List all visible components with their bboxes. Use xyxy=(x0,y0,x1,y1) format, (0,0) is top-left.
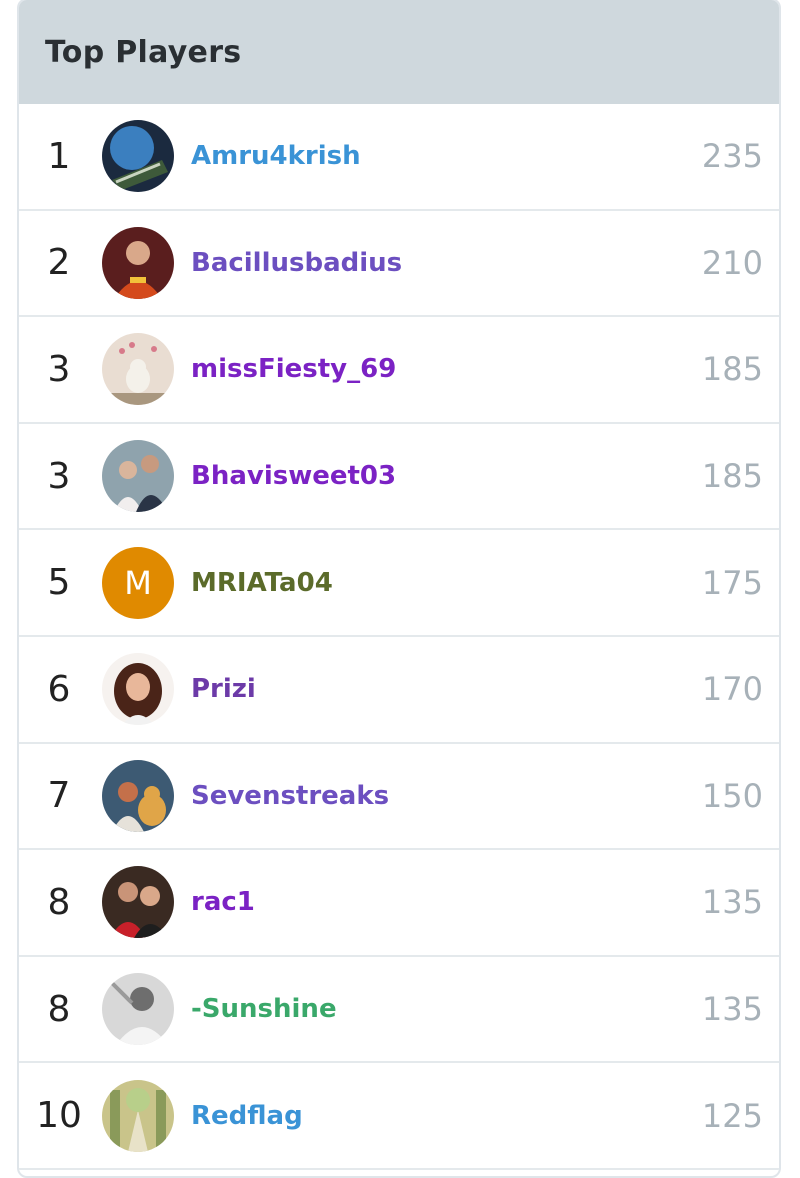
player-username[interactable]: Bacillusbadius xyxy=(191,211,402,316)
player-score: 125 xyxy=(701,1096,763,1135)
player-username[interactable]: Redflag xyxy=(191,1063,303,1168)
player-score: 150 xyxy=(701,776,763,815)
player-rank: 7 xyxy=(47,775,71,817)
player-rank: 2 xyxy=(47,242,71,284)
player-rank: 10 xyxy=(36,1095,82,1137)
player-row: 7 Sevenstreaks 150 xyxy=(19,744,779,851)
panel-title: Top Players xyxy=(45,34,242,70)
player-username[interactable]: rac1 xyxy=(191,850,255,955)
player-username[interactable]: Sevenstreaks xyxy=(191,744,389,849)
player-score: 185 xyxy=(701,457,763,496)
player-avatar[interactable] xyxy=(102,973,174,1046)
player-avatar[interactable]: M xyxy=(102,546,174,619)
player-row: 1 Amru4krish 235 xyxy=(19,104,779,211)
players-list: 1 Amru4krish 235 2 Bacillusbadius 210 3 … xyxy=(19,104,779,1170)
player-row: 8 rac1 135 xyxy=(19,850,779,957)
player-avatar[interactable] xyxy=(102,120,174,193)
player-rank: 3 xyxy=(47,348,71,390)
player-avatar[interactable] xyxy=(102,226,174,299)
player-username[interactable]: MRIATa04 xyxy=(191,530,333,635)
player-score: 175 xyxy=(701,563,763,602)
player-row: 3 Bhavisweet03 185 xyxy=(19,424,779,531)
player-avatar[interactable] xyxy=(102,866,174,939)
player-rank: 5 xyxy=(47,562,71,604)
player-avatar[interactable] xyxy=(102,1079,174,1152)
player-username[interactable]: -Sunshine xyxy=(191,957,337,1062)
avatar-letter: M xyxy=(102,546,174,619)
player-username[interactable]: missFiesty_69 xyxy=(191,317,396,422)
player-username[interactable]: Bhavisweet03 xyxy=(191,424,396,529)
player-score: 135 xyxy=(701,990,763,1029)
player-row: 6 Prizi 170 xyxy=(19,637,779,744)
player-row: 10 Redflag 125 xyxy=(19,1063,779,1170)
player-score: 235 xyxy=(701,137,763,176)
player-avatar[interactable] xyxy=(102,759,174,832)
player-rank: 6 xyxy=(47,668,71,710)
player-rank: 1 xyxy=(47,135,71,177)
player-score: 135 xyxy=(701,883,763,922)
player-username[interactable]: Amru4krish xyxy=(191,104,361,209)
player-avatar[interactable] xyxy=(102,653,174,726)
player-row: 2 Bacillusbadius 210 xyxy=(19,211,779,318)
player-score: 170 xyxy=(701,670,763,709)
player-avatar[interactable] xyxy=(102,333,174,406)
player-avatar[interactable] xyxy=(102,440,174,513)
player-row: 3 missFiesty_69 185 xyxy=(19,317,779,424)
player-score: 185 xyxy=(701,350,763,389)
player-username[interactable]: Prizi xyxy=(191,637,256,742)
player-row: 5 M MRIATa04 175 xyxy=(19,530,779,637)
player-score: 210 xyxy=(701,243,763,282)
panel-header: Top Players xyxy=(19,0,779,104)
player-row: 8 -Sunshine 135 xyxy=(19,957,779,1064)
player-rank: 8 xyxy=(47,881,71,923)
player-rank: 3 xyxy=(47,455,71,497)
player-rank: 8 xyxy=(47,988,71,1030)
top-players-panel: Top Players 1 Amru4krish 235 2 Bacillusb… xyxy=(17,0,781,1178)
